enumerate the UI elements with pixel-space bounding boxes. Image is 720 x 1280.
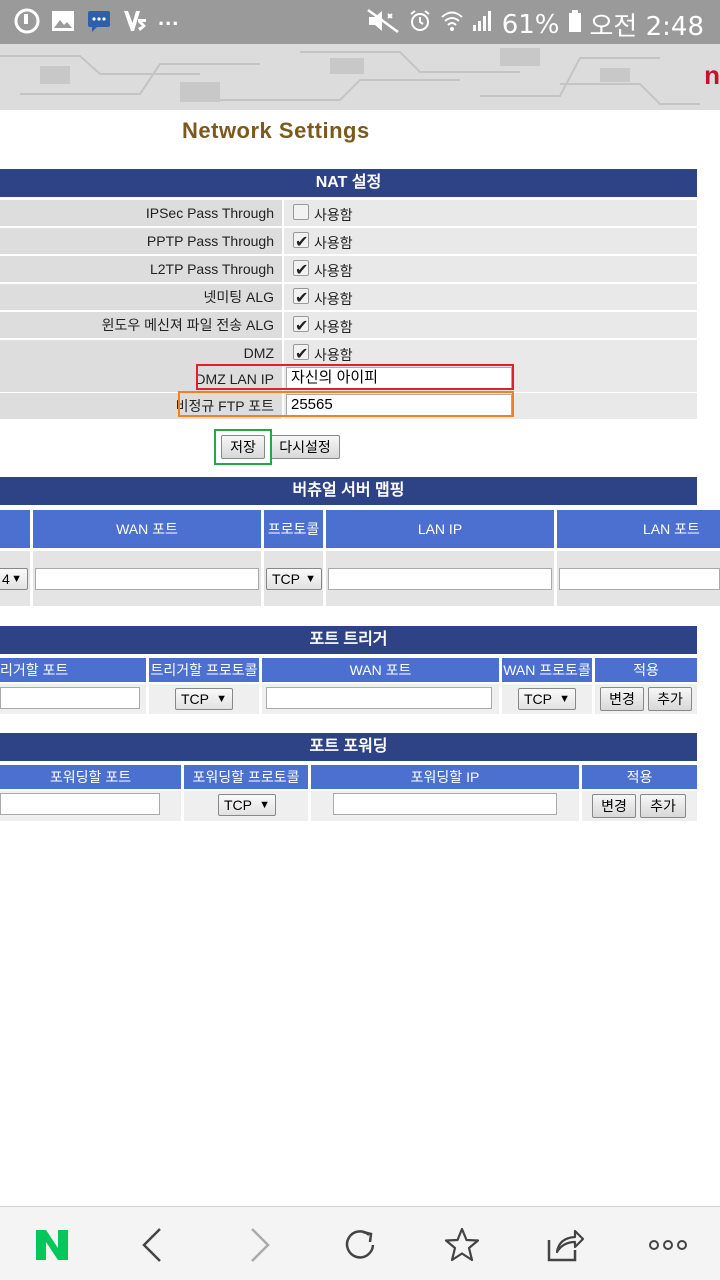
dmz-lan-ip-input[interactable]: 자신의 아이피 <box>286 367 512 389</box>
nat-row-label: 윈도우 메신져 파일 전송 ALG <box>0 312 282 338</box>
ipsec-checkbox[interactable] <box>293 204 309 220</box>
status-bar: ... 61% 오전 2:48 <box>0 0 720 44</box>
share-icon[interactable] <box>541 1221 589 1269</box>
select-value: TCP <box>272 571 300 587</box>
forward-icon[interactable] <box>236 1221 284 1269</box>
pf-col-ip: 포워딩할 IP <box>311 765 579 789</box>
bookmark-star-icon[interactable] <box>438 1221 486 1269</box>
browser-bottom-bar <box>0 1206 720 1280</box>
message-icon <box>86 8 112 34</box>
nat-row-dmz: DMZ 사용함 <box>0 340 697 367</box>
ftp-port-input[interactable]: 25565 <box>286 394 512 416</box>
select-value: TCP <box>524 691 552 707</box>
nat-row-label: L2TP Pass Through <box>0 256 282 282</box>
clock: 오전 2:48 <box>589 12 705 42</box>
nat-row-label: PPTP Pass Through <box>0 228 282 254</box>
dmz-lan-ip-label: DMZ LAN IP <box>0 366 282 392</box>
vs-lan-port-input[interactable] <box>559 568 720 590</box>
pf-protocol-select[interactable]: TCP ▼ <box>218 794 276 816</box>
pf-add-button[interactable]: 추가 <box>640 794 686 818</box>
pt-add-button[interactable]: 추가 <box>648 687 692 711</box>
pt-col-wan-port: WAN 포트 <box>262 658 499 682</box>
uplus-icon <box>14 8 40 34</box>
vs-col-protocol: 프로토콜 <box>264 510 323 548</box>
pf-col-port: 포워딩할 포트 <box>0 765 181 789</box>
pt-change-button[interactable]: 변경 <box>600 687 644 711</box>
l2tp-checkbox[interactable] <box>293 257 309 283</box>
vs-partial-select[interactable]: 4 ▼ <box>0 568 28 590</box>
port-forwarding-header: 포트 포워딩 <box>0 733 697 761</box>
vs-col-wan-port: WAN 포트 <box>33 510 261 548</box>
circuit-pattern <box>0 44 720 110</box>
nat-row-label: 넷미팅 ALG <box>0 284 282 310</box>
image-icon <box>50 8 76 34</box>
battery-percent: 61% <box>501 9 560 40</box>
select-value: TCP <box>181 691 209 707</box>
nat-row-pptp: PPTP Pass Through 사용함 <box>0 228 697 255</box>
checkbox-label: 사용함 <box>314 235 353 251</box>
pt-trigger-protocol-select[interactable]: TCP ▼ <box>175 688 233 710</box>
header-banner: n <box>0 44 720 110</box>
nat-row-l2tp: L2TP Pass Through 사용함 <box>0 256 697 283</box>
pt-col-apply: 적용 <box>595 658 697 682</box>
signal-icon <box>472 9 494 40</box>
wifi-icon <box>440 9 464 40</box>
vs-col-lan-port: LAN 포트 <box>557 510 720 548</box>
pptp-checkbox[interactable] <box>293 229 309 255</box>
checkbox-label: 사용함 <box>314 319 353 335</box>
nat-row-ipsec: IPSec Pass Through 사용함 <box>0 200 697 226</box>
checkbox-label: 사용함 <box>314 291 353 307</box>
vs-col-lan-ip: LAN IP <box>326 510 554 548</box>
pf-col-apply: 적용 <box>582 765 697 789</box>
status-more: ... <box>158 5 180 30</box>
nat-row-label: DMZ <box>0 340 282 366</box>
pt-trigger-port-input[interactable] <box>0 687 140 709</box>
alarm-icon <box>408 9 432 40</box>
pf-col-protocol: 포워딩할 프로토콜 <box>184 765 308 789</box>
more-icon[interactable] <box>644 1221 692 1269</box>
mute-icon <box>366 8 400 41</box>
select-value: TCP <box>224 797 252 813</box>
pt-wan-protocol-select[interactable]: TCP ▼ <box>518 688 576 710</box>
brand-logo: n <box>704 60 720 90</box>
page-title: Network Settings <box>182 118 370 143</box>
save-button[interactable]: 저장 <box>221 435 265 459</box>
port-trigger-header: 포트 트리거 <box>0 626 697 654</box>
checkbox-label: 사용함 <box>314 347 353 363</box>
ftp-port-label: 비정규 FTP 포트 <box>0 393 282 419</box>
pt-wan-port-input[interactable] <box>266 687 492 709</box>
refresh-icon[interactable] <box>336 1221 384 1269</box>
vs-wan-port-input[interactable] <box>35 568 259 590</box>
pt-col-trigger-protocol: 트리거할 프로토콜 <box>149 658 259 682</box>
dmz-checkbox[interactable] <box>293 341 309 367</box>
vs-protocol-select[interactable]: TCP ▼ <box>266 568 322 590</box>
battery-icon <box>568 9 582 40</box>
pt-col-wan-protocol: WAN 프로토콜 <box>502 658 592 682</box>
vs-lan-ip-input[interactable] <box>328 568 552 590</box>
pf-port-input[interactable] <box>0 793 160 815</box>
pf-change-button[interactable]: 변경 <box>592 794 636 818</box>
v3-icon <box>122 8 148 34</box>
messenger-checkbox[interactable] <box>293 313 309 339</box>
pt-col-trigger-port: 리거할 포트 <box>0 658 146 682</box>
reset-button[interactable]: 다시설정 <box>270 435 340 459</box>
vs-col-hidden <box>0 510 30 548</box>
pf-ip-input[interactable] <box>333 793 557 815</box>
select-value: 4 <box>2 571 10 587</box>
nat-row-netmeeting: 넷미팅 ALG 사용함 <box>0 284 697 311</box>
nat-section-header: NAT 설정 <box>0 169 697 197</box>
back-icon[interactable] <box>128 1221 176 1269</box>
netmeeting-checkbox[interactable] <box>293 285 309 311</box>
naver-logo-icon[interactable] <box>28 1221 76 1269</box>
checkbox-label: 사용함 <box>314 207 353 223</box>
virtual-server-header: 버츄얼 서버 맵핑 <box>0 477 697 505</box>
checkbox-label: 사용함 <box>314 263 353 279</box>
nat-row-label: IPSec Pass Through <box>0 200 282 226</box>
nat-row-messenger: 윈도우 메신져 파일 전송 ALG 사용함 <box>0 312 697 339</box>
